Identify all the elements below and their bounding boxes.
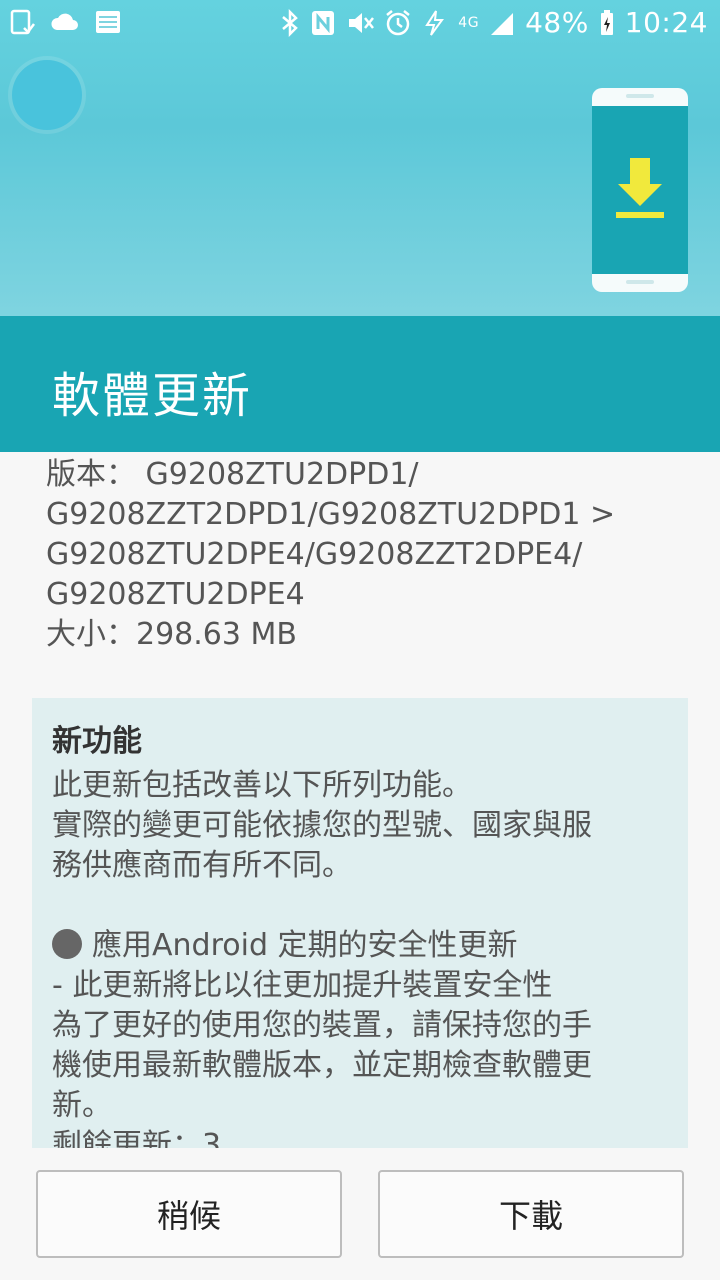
release-notes-bullet-heading: 應用Android 定期的安全性更新 bbox=[92, 928, 518, 963]
version-line: G9208ZTU2DPE4 bbox=[46, 577, 305, 612]
status-bar: 4G 48% 10:24 bbox=[0, 0, 720, 50]
battery-charging-icon bbox=[600, 9, 613, 35]
later-button[interactable]: 稍候 bbox=[36, 1170, 342, 1258]
signal-icon bbox=[491, 12, 514, 35]
mute-icon bbox=[349, 12, 375, 33]
decorative-circle bbox=[12, 60, 82, 130]
screenshot-notification-icon bbox=[10, 9, 35, 35]
release-notes-next-line: 剩餘更新：3 bbox=[52, 1128, 222, 1148]
header-banner: 4G 48% 10:24 bbox=[0, 0, 720, 316]
clock: 10:24 bbox=[624, 6, 708, 39]
release-notes-title: 新功能 bbox=[52, 724, 142, 759]
release-notes-body: - 此更新將比以往更加提升裝置安全性 為了更好的使用您的裝置，請保持您的手 機使… bbox=[52, 968, 592, 1123]
update-size: 大小：298.63 MB bbox=[46, 617, 297, 652]
bullet-icon bbox=[52, 929, 82, 959]
version-line: 版本： G9208ZTU2DPD1/ bbox=[46, 457, 419, 492]
version-line: G9208ZZT2DPD1/G9208ZTU2DPD1 > bbox=[46, 497, 616, 532]
release-notes-intro: 此更新包括改善以下所列功能。 實際的變更可能依據您的型號、國家與服 務供應商而有… bbox=[52, 768, 592, 883]
news-icon bbox=[96, 11, 120, 33]
bluetooth-icon bbox=[282, 8, 299, 37]
release-notes-panel[interactable]: 新功能 此更新包括改善以下所列功能。 實際的變更可能依據您的型號、國家與服 務供… bbox=[32, 698, 688, 1148]
cloud-sync-icon bbox=[51, 13, 78, 30]
phone-download-illustration bbox=[592, 88, 688, 292]
battery-percent: 48% bbox=[525, 6, 589, 39]
page-title: 軟體更新 bbox=[52, 368, 253, 424]
network-type: 4G bbox=[458, 14, 480, 31]
download-button[interactable]: 下載 bbox=[378, 1170, 684, 1258]
version-line: G9208ZTU2DPE4/G9208ZZT2DPE4/ bbox=[46, 537, 583, 572]
update-info: 版本： G9208ZTU2DPD1/ G9208ZZT2DPD1/G9208ZT… bbox=[46, 455, 686, 655]
alarm-icon bbox=[386, 9, 411, 35]
nfc-icon bbox=[312, 10, 335, 35]
data-saver-icon bbox=[425, 9, 445, 36]
